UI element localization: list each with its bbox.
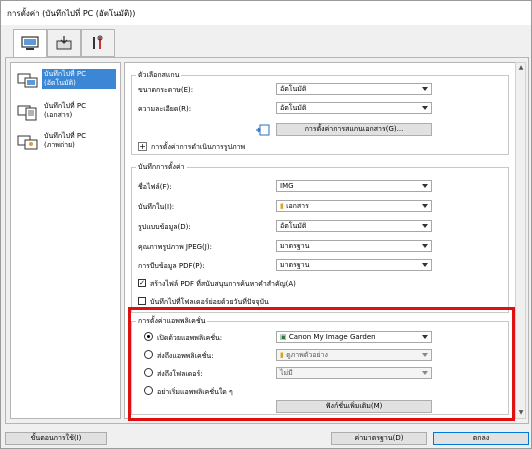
searchable-pdf-checkbox[interactable]: ✓ (138, 279, 146, 287)
file-name-select[interactable]: IMG (276, 180, 432, 192)
defaults-button[interactable]: ค่ามาตรฐาน(D) (331, 432, 427, 445)
sidebar-item-auto[interactable]: บันทึกไปที่ PC (อัตโนมัติ) (15, 67, 119, 93)
pdf-compression-label: การบีบข้อมูล PDF(P): (138, 262, 205, 270)
window-title: การตั้งค่า (บันทึกไปที่ PC (อัตโนมัติ)) (7, 9, 136, 18)
save-settings-legend: บันทึกการตั้งค่า (136, 162, 187, 173)
chevron-down-icon (422, 106, 428, 110)
chevron-down-icon (422, 263, 428, 267)
scan-options-legend: ตัวเลือกสแกน (136, 70, 182, 81)
sidebar-item-document[interactable]: บันทึกไปที่ PC (เอกสาร) (15, 99, 119, 125)
save-in-label: บันทึกใน(I): (138, 203, 175, 211)
save-settings-group: บันทึกการตั้งค่า ชื่อไฟล์(F): IMG บันทึก… (131, 162, 509, 313)
title-bar: การตั้งค่า (บันทึกไปที่ PC (อัตโนมัติ)) (1, 1, 531, 25)
chevron-down-icon (422, 184, 428, 188)
tab-scan-from-computer[interactable] (13, 29, 47, 58)
jpeg-quality-label: คุณภาพรูปภาพ JPEG(J): (138, 243, 212, 251)
scan-auto-icon (17, 73, 38, 88)
resolution-label: ความละเอียด(R): (138, 105, 192, 113)
document-settings-icon (256, 124, 270, 136)
computer-scan-icon (21, 35, 39, 50)
highlight-frame (128, 307, 515, 421)
tab-general-settings[interactable] (81, 29, 115, 57)
save-in-select[interactable]: ▮ เอกสาร (276, 200, 432, 212)
sidebar-item-label: บันทึกไปที่ PC (เอกสาร) (44, 102, 86, 119)
image-processing-label[interactable]: การตั้งค่าการดำเนินการรูปภาพ (151, 142, 245, 153)
document-scan-settings-button[interactable]: การตั้งค่าการสแกนเอกสาร(G)... (276, 123, 432, 136)
chevron-down-icon (422, 224, 428, 228)
pdf-compression-select[interactable]: มาตรฐาน (276, 259, 432, 271)
scroll-up-icon[interactable]: ▲ (517, 64, 525, 72)
sidebar-item-label: บันทึกไปที่ PC (อัตโนมัติ) (42, 69, 116, 89)
chevron-down-icon (422, 244, 428, 248)
vertical-scrollbar[interactable]: ▲ ▼ (515, 62, 526, 419)
chevron-down-icon (422, 87, 428, 91)
subfolder-checkbox[interactable] (138, 297, 146, 305)
jpeg-quality-select[interactable]: มาตรฐาน (276, 240, 432, 252)
resolution-select[interactable]: อัตโนมัติ (276, 102, 432, 114)
data-format-label: รูปแบบข้อมูล(D): (138, 223, 191, 231)
scan-document-icon (17, 105, 37, 121)
scan-photo-icon (17, 135, 38, 150)
tools-icon (93, 35, 103, 49)
scan-type-list: บันทึกไปที่ PC (อัตโนมัติ) บันทึกไปที่ P… (10, 62, 121, 419)
chevron-down-icon (422, 204, 428, 208)
scroll-down-icon[interactable]: ▼ (517, 409, 525, 417)
data-format-select[interactable]: อัตโนมัติ (276, 220, 432, 232)
sidebar-item-photo[interactable]: บันทึกไปที่ PC (ภาพถ่าย) (15, 129, 119, 155)
scan-options-group: ตัวเลือกสแกน ขนาดกระดาษ(E): อัตโนมัติ คว… (131, 70, 509, 155)
searchable-pdf-label: สร้างไฟล์ PDF ที่สนับสนุนการค้นหาคำสำคัญ… (150, 280, 296, 288)
tab-scan-from-device[interactable] (47, 29, 81, 57)
paper-size-label: ขนาดกระดาษ(E): (138, 86, 194, 94)
device-scan-icon (56, 36, 72, 50)
ok-button[interactable]: ตกลง (433, 432, 529, 445)
expand-icon[interactable]: + (138, 142, 147, 151)
file-name-label: ชื่อไฟล์(F): (138, 183, 172, 191)
paper-size-select[interactable]: อัตโนมัติ (276, 83, 432, 95)
sidebar-item-label: บันทึกไปที่ PC (ภาพถ่าย) (44, 132, 86, 149)
instructions-button[interactable]: ขั้นตอนการใช้(I) (5, 432, 107, 445)
